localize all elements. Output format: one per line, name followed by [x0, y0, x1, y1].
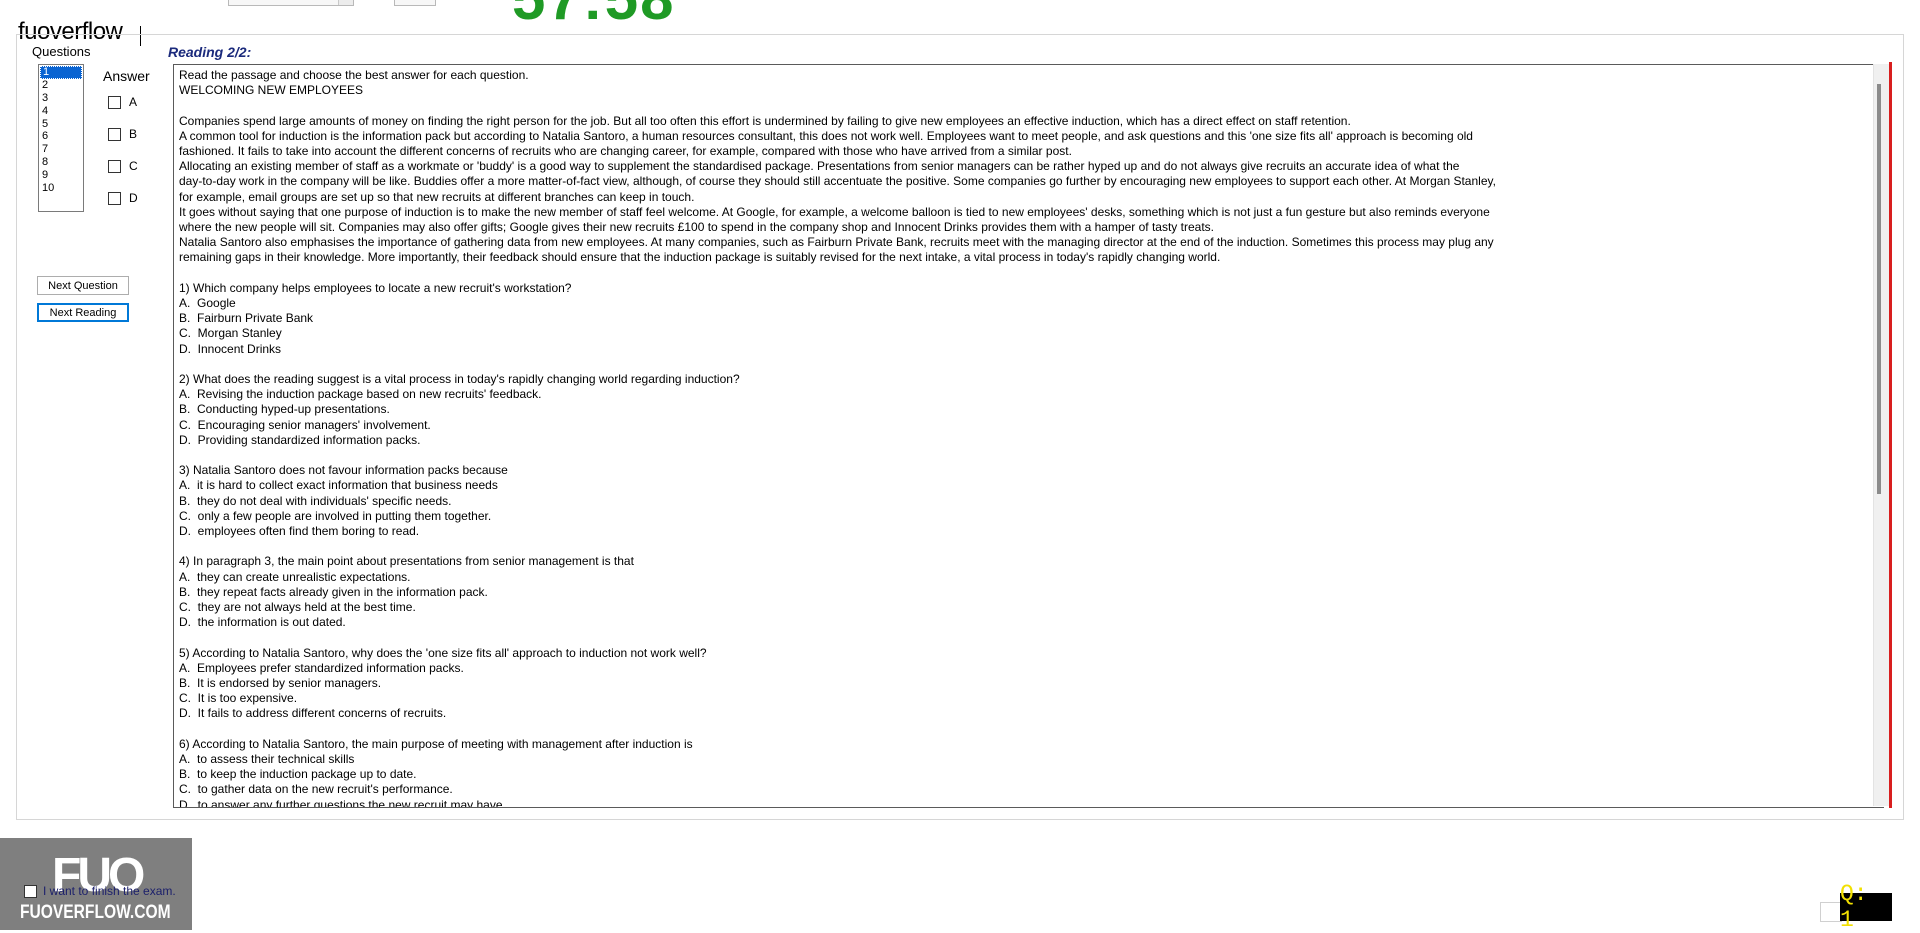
reading-line: It goes without saying that one purpose …	[179, 204, 1490, 219]
reading-line: B. Fairburn Private Bank	[179, 311, 314, 326]
checkbox[interactable]	[108, 95, 121, 109]
reading-line: C. Encouraging senior managers' involvem…	[179, 417, 431, 432]
question-list-item[interactable]: 1	[40, 66, 82, 79]
reading-line: A common tool for induction is the infor…	[179, 128, 1473, 143]
reading-line	[179, 722, 1679, 737]
reading-line: A. they can create unrealistic expectati…	[179, 569, 411, 584]
question-list[interactable]: 1 2 3 4 5 6 7 8 9 10	[38, 64, 84, 212]
reading-textbox[interactable]: Read the passage and choose the best ans…	[173, 64, 1884, 808]
checkbox[interactable]	[108, 127, 121, 141]
question-list-item[interactable]: 8	[39, 156, 83, 169]
reading-line: 6) According to Natalia Santoro, the mai…	[179, 736, 693, 751]
reading-line: C. It is too expensive.	[179, 691, 298, 706]
reading-line: A. Employees prefer standardized informa…	[179, 660, 464, 675]
reading-line: WELCOMING NEW EMPLOYEES	[179, 83, 364, 98]
reading-line: where the new people will sit. Companies…	[179, 220, 1214, 235]
answer-option-d[interactable]: D	[108, 191, 138, 205]
reading-line: 2) What does the reading suggest is a vi…	[179, 372, 740, 387]
reading-line	[179, 98, 1679, 113]
finish-exam-checkbox[interactable]: I want to finish the exam.	[24, 884, 176, 898]
reading-line	[179, 266, 1679, 281]
question-list-item[interactable]: 7	[39, 143, 83, 156]
bottom-field[interactable]	[1820, 902, 1842, 922]
reading-line: B. they do not deal with individuals' sp…	[179, 493, 452, 508]
reading-line: B. It is endorsed by senior managers.	[179, 676, 382, 691]
reading-line: D. It fails to address different concern…	[179, 706, 447, 721]
reading-line: remaining gaps in their knowledge. More …	[179, 250, 1221, 265]
reading-title: Reading 2/2:	[168, 44, 252, 60]
reading-line	[179, 448, 1679, 463]
reading-line: C. they are not always held at the best …	[179, 600, 416, 615]
dropdown-button[interactable]	[338, 0, 353, 5]
question-list-item[interactable]: 4	[39, 105, 83, 118]
reading-line: D. the information is out dated.	[179, 615, 346, 630]
option-label: C	[129, 159, 138, 173]
watermark-site: FUOVERFLOW.COM	[20, 902, 171, 923]
reading-line: 4) In paragraph 3, the main point about …	[179, 554, 634, 569]
reading-line: C. Morgan Stanley	[179, 326, 282, 341]
reading-line: D. Innocent Drinks	[179, 341, 282, 356]
exam-timer: 57:58	[512, 0, 675, 33]
reading-line: B. Conducting hyped-up presentations.	[179, 402, 390, 417]
reading-line: 5) According to Natalia Santoro, why doe…	[179, 645, 707, 660]
reading-line: A. Revising the induction package based …	[179, 387, 542, 402]
reading-line: B. they repeat facts already given in th…	[179, 584, 488, 599]
question-list-item[interactable]: 9	[39, 169, 83, 182]
question-list-item[interactable]: 10	[39, 182, 83, 195]
question-list-item[interactable]: 5	[39, 118, 83, 131]
reading-line: Allocating an existing member of staff a…	[179, 159, 1460, 174]
reading-line: D. Providing standardized information pa…	[179, 432, 421, 447]
reading-line: day-to-day work in the company will be l…	[179, 174, 1496, 189]
reading-line: B. to keep the induction package up to d…	[179, 767, 417, 782]
reading-line: C. only a few people are involved in put…	[179, 508, 492, 523]
reading-line: Natalia Santoro also emphasises the impo…	[179, 235, 1494, 250]
reading-line	[179, 539, 1679, 554]
reading-line: 1) Which company helps employees to loca…	[179, 280, 572, 295]
top-toolbar: 57:58	[0, 0, 1920, 34]
question-badge: Q: 1	[1840, 881, 1892, 933]
reading-line: for example, email groups are set up so …	[179, 189, 695, 204]
checkbox[interactable]	[108, 191, 121, 205]
reading-line: fashioned. It fails to take into account…	[179, 144, 1072, 158]
option-label: D	[129, 191, 138, 205]
top-small-field[interactable]	[394, 0, 436, 6]
next-reading-button[interactable]: Next Reading	[37, 303, 129, 322]
option-label: B	[129, 127, 138, 141]
reading-line: 3) Natalia Santoro does not favour infor…	[179, 463, 508, 478]
option-label: A	[129, 95, 138, 109]
scrollbar-thumb[interactable]	[1877, 84, 1881, 494]
question-list-item[interactable]: 6	[39, 130, 83, 143]
reading-line: Read the passage and choose the best ans…	[179, 68, 529, 82]
answer-label: Answer	[103, 68, 150, 84]
answer-option-c[interactable]: C	[108, 159, 138, 173]
top-dropdown[interactable]	[228, 0, 354, 6]
reading-line: A. it is hard to collect exact informati…	[179, 478, 498, 493]
answer-option-b[interactable]: B	[108, 127, 137, 141]
reading-line: A. to assess their technical skills	[179, 752, 355, 767]
checkbox[interactable]	[24, 884, 37, 898]
reading-line: Companies spend large amounts of money o…	[179, 113, 1351, 128]
reading-line: D. to answer any further questions the n…	[179, 797, 506, 808]
reading-content: Read the passage and choose the best ans…	[179, 68, 1679, 808]
answer-option-a[interactable]: A	[108, 95, 137, 109]
reading-line: D. employees often find them boring to r…	[179, 524, 420, 539]
reading-scrollbar[interactable]	[1873, 64, 1890, 806]
question-list-item[interactable]: 2	[39, 79, 83, 92]
finish-label: I want to finish the exam.	[43, 884, 176, 898]
next-question-button[interactable]: Next Question	[37, 276, 129, 295]
checkbox[interactable]	[108, 159, 121, 173]
reading-line	[179, 630, 1679, 645]
reading-line	[179, 357, 1679, 372]
questions-caption: Questions	[32, 44, 91, 59]
reading-line: C. to gather data on the new recruit's p…	[179, 782, 453, 797]
red-border-edge	[1889, 62, 1892, 808]
reading-line: A. Google	[179, 296, 236, 311]
question-list-item[interactable]: 3	[39, 92, 83, 105]
